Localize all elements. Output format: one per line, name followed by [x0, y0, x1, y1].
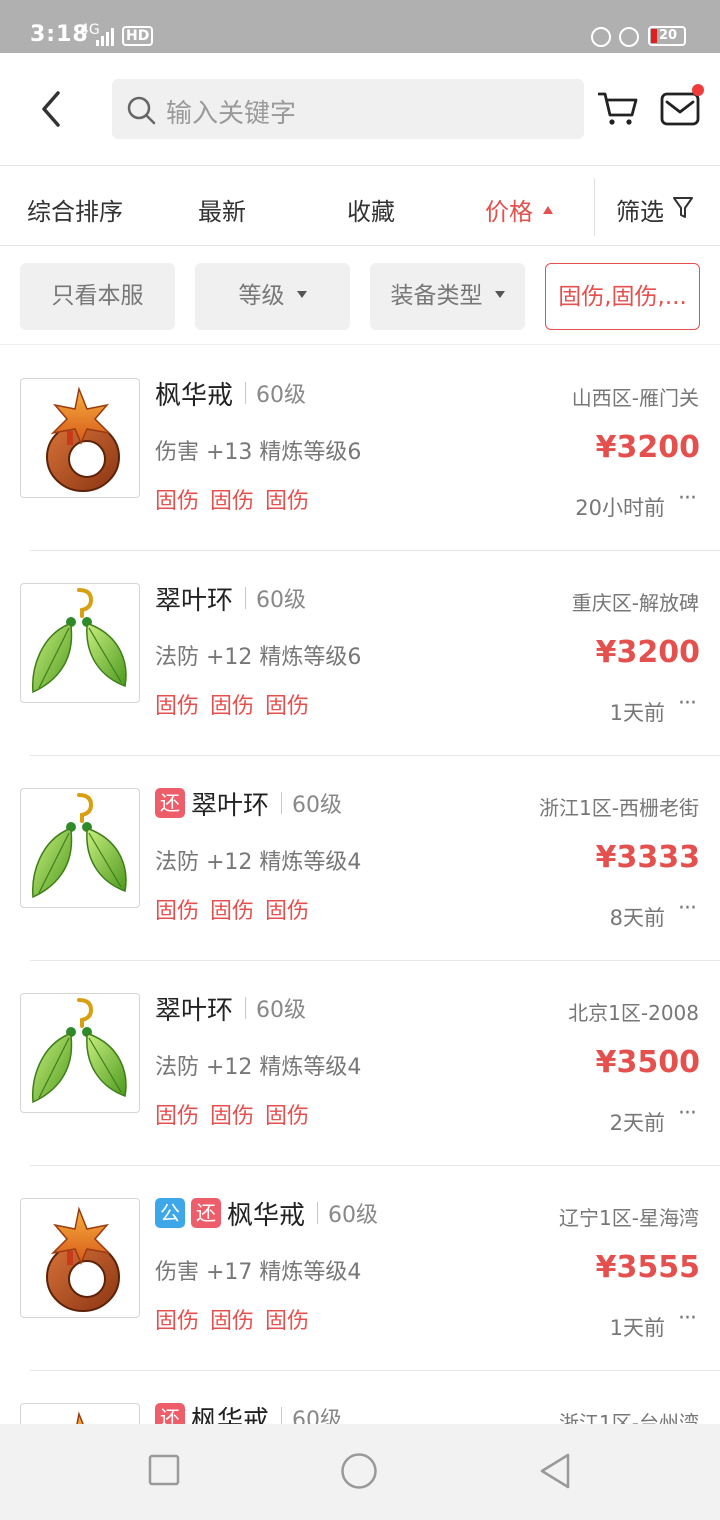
more-options-icon[interactable]: ··· — [678, 1306, 697, 1331]
battery-level: 20 — [659, 28, 678, 43]
item-price: ¥3200 — [595, 635, 700, 670]
item-attribute: 伤害 +13 精炼等级6 — [155, 440, 362, 465]
chip-label: 等级 — [238, 283, 285, 309]
list-item[interactable]: 公还枫华戒 60级 辽宁1区-星海湾 伤害 +17 精炼等级4 ¥3555 固伤 … — [0, 1166, 720, 1371]
sort-tab-comprehensive[interactable]: 综合排序 — [27, 192, 123, 227]
chip-this-server[interactable]: 只看本服 — [20, 263, 175, 330]
cart-icon[interactable] — [598, 91, 638, 127]
sort-tab-price-label: 价格 — [485, 198, 533, 226]
public-badge: 公 — [155, 1198, 185, 1228]
item-server: 北京1区-2008 — [568, 1001, 699, 1025]
item-tags: 固伤 固伤 固伤 — [155, 899, 309, 924]
item-level: 60级 — [256, 383, 307, 408]
item-price: ¥3555 — [595, 1250, 700, 1285]
sort-tab-favorites[interactable]: 收藏 — [347, 192, 395, 227]
item-tags: 固伤 固伤 固伤 — [155, 694, 309, 719]
return-badge: 还 — [191, 1198, 221, 1228]
sort-ascending-icon — [543, 206, 553, 214]
item-time: 1天前 — [609, 1316, 665, 1340]
chip-attribute-filter[interactable]: 固伤,固伤,... — [545, 263, 700, 330]
message-icon[interactable] — [660, 91, 700, 127]
maple-ring-icon — [20, 378, 140, 498]
item-server: 山西区-雁门关 — [571, 386, 699, 410]
item-server: 重庆区-解放碑 — [571, 591, 699, 615]
filter-button[interactable]: 筛选 — [616, 192, 693, 227]
search-input[interactable]: 输入关键字 — [112, 79, 584, 139]
chip-label: 只看本服 — [51, 283, 144, 309]
list-item[interactable]: 枫华戒 60级 山西区-雁门关 伤害 +13 精炼等级6 ¥3200 固伤 固伤 … — [0, 346, 720, 551]
leaf-earring-icon — [20, 993, 140, 1113]
item-name: 翠叶环 — [155, 995, 234, 1026]
item-title-row: 还翠叶环 60级 — [155, 786, 343, 821]
sort-bar: 综合排序 最新 收藏 价格 筛选 — [0, 166, 720, 246]
item-level: 60级 — [256, 588, 307, 613]
filter-funnel-icon — [673, 197, 693, 218]
item-time: 1天前 — [609, 701, 665, 725]
list-item[interactable]: 还翠叶环 60级 浙江1区-西栅老街 法防 +12 精炼等级4 ¥3333 固伤 … — [0, 756, 720, 961]
search-placeholder: 输入关键字 — [166, 99, 297, 129]
divider — [594, 178, 595, 236]
item-tags: 固伤 固伤 固伤 — [155, 1104, 309, 1129]
item-price: ¥3200 — [595, 430, 700, 465]
dropdown-arrow-icon — [296, 291, 307, 298]
item-level: 60级 — [292, 793, 343, 818]
alarm-icon — [619, 27, 639, 47]
item-attribute: 法防 +12 精炼等级6 — [155, 645, 362, 670]
item-attribute: 法防 +12 精炼等级4 — [155, 1055, 362, 1080]
item-price: ¥3500 — [595, 1045, 700, 1080]
status-bar: 3:18 4G HD 20 — [0, 0, 720, 53]
item-title-row: 翠叶环 60级 — [155, 581, 307, 616]
item-price: ¥3333 — [595, 840, 700, 875]
item-title-row: 枫华戒 60级 — [155, 376, 307, 411]
search-icon — [127, 96, 156, 125]
item-name: 枫华戒 — [227, 1200, 306, 1231]
dropdown-arrow-icon — [494, 291, 505, 298]
item-name: 翠叶环 — [155, 585, 234, 616]
item-attribute: 伤害 +17 精炼等级4 — [155, 1260, 362, 1285]
sort-tab-latest[interactable]: 最新 — [198, 192, 246, 227]
leaf-earring-icon — [20, 788, 140, 908]
leaf-earring-icon — [20, 583, 140, 703]
back-icon[interactable] — [36, 89, 72, 129]
item-level: 60级 — [256, 998, 307, 1023]
home-icon[interactable] — [340, 1452, 378, 1490]
more-options-icon[interactable]: ··· — [678, 1101, 697, 1126]
return-badge: 还 — [155, 788, 185, 818]
signal-icon — [96, 28, 114, 46]
more-options-icon[interactable]: ··· — [678, 486, 697, 511]
battery-icon: 20 — [648, 26, 686, 46]
item-server: 辽宁1区-星海湾 — [559, 1206, 699, 1230]
filter-label: 筛选 — [616, 198, 664, 226]
more-options-icon[interactable]: ··· — [678, 896, 697, 921]
item-time: 8天前 — [609, 906, 665, 930]
maple-ring-icon — [20, 1198, 140, 1318]
chip-level[interactable]: 等级 — [195, 263, 350, 330]
recent-apps-icon[interactable] — [148, 1454, 180, 1486]
sort-tab-price[interactable]: 价格 — [485, 192, 553, 227]
item-attribute: 法防 +12 精炼等级4 — [155, 850, 362, 875]
item-time: 20小时前 — [575, 496, 665, 520]
item-level: 60级 — [328, 1203, 379, 1228]
list-item[interactable]: 翠叶环 60级 重庆区-解放碑 法防 +12 精炼等级6 ¥3200 固伤 固伤 … — [0, 551, 720, 756]
item-title-row: 翠叶环 60级 — [155, 991, 307, 1026]
filter-chips: 只看本服 等级 装备类型 固伤,固伤,... — [0, 247, 720, 345]
back-nav-icon[interactable] — [538, 1452, 572, 1490]
item-server: 浙江1区-西栅老街 — [539, 796, 699, 820]
item-title-row: 公还枫华戒 60级 — [155, 1196, 379, 1231]
system-nav-bar — [0, 1424, 720, 1520]
hd-icon: HD — [122, 26, 154, 46]
item-tags: 固伤 固伤 固伤 — [155, 489, 309, 514]
rotation-lock-icon — [591, 27, 611, 47]
top-header: 输入关键字 — [0, 53, 720, 166]
chip-equipment-type[interactable]: 装备类型 — [370, 263, 525, 330]
item-name: 翠叶环 — [191, 790, 270, 821]
item-name: 枫华戒 — [155, 380, 234, 411]
item-tags: 固伤 固伤 固伤 — [155, 1309, 309, 1334]
list-item[interactable]: 翠叶环 60级 北京1区-2008 法防 +12 精炼等级4 ¥3500 固伤 固… — [0, 961, 720, 1166]
chip-label: 固伤,固伤,... — [558, 284, 687, 310]
more-options-icon[interactable]: ··· — [678, 691, 697, 716]
item-time: 2天前 — [609, 1111, 665, 1135]
chip-label: 装备类型 — [390, 283, 483, 309]
notification-dot — [692, 84, 704, 96]
